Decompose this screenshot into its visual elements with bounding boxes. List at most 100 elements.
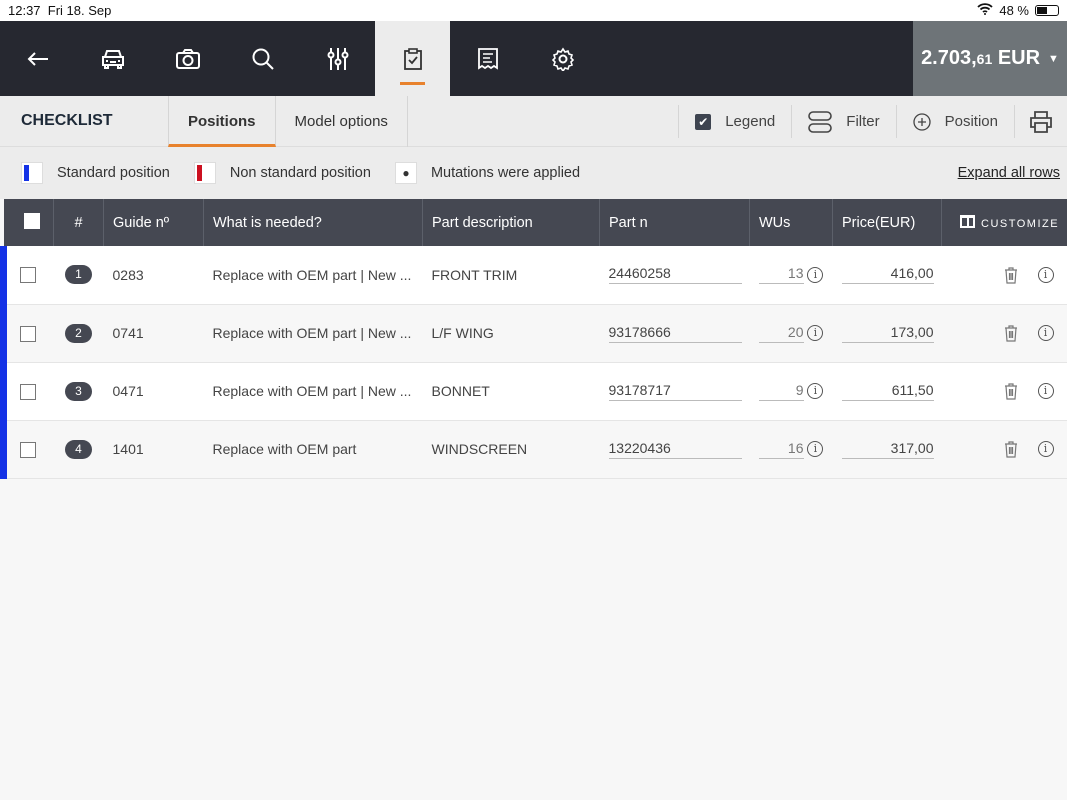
- standard-swatch: [21, 162, 43, 184]
- plus-circle-icon: [912, 112, 931, 131]
- price-input[interactable]: 611,50: [841, 382, 934, 401]
- info-icon[interactable]: i: [807, 266, 824, 283]
- what-needed: Replace with OEM part | New ...: [203, 362, 423, 421]
- row-info-icon[interactable]: i: [1037, 267, 1054, 284]
- trash-icon[interactable]: [1004, 324, 1018, 342]
- receipt-icon: [477, 47, 498, 70]
- page-title: CHECKLIST: [21, 112, 113, 129]
- row-info-icon[interactable]: i: [1037, 441, 1054, 458]
- header-what-needed: What is needed?: [203, 199, 423, 246]
- guide-number: 0471: [103, 362, 204, 421]
- filter-icon: [808, 110, 833, 133]
- adjustments-button[interactable]: [300, 21, 375, 96]
- columns-icon: [960, 215, 975, 228]
- wifi-icon: [977, 3, 993, 18]
- search-icon: [252, 48, 274, 70]
- table-row[interactable]: 2 0741 Replace with OEM part | New ... L…: [0, 304, 1067, 363]
- what-needed: Replace with OEM part: [203, 420, 423, 479]
- header-index: #: [53, 199, 104, 246]
- row-checkbox[interactable]: [20, 383, 36, 400]
- camera-button[interactable]: [150, 21, 225, 96]
- row-info-icon[interactable]: i: [1037, 325, 1054, 342]
- arrow-left-icon: [27, 51, 48, 66]
- search-button[interactable]: [225, 21, 300, 96]
- printer-icon: [1030, 110, 1052, 133]
- legend-bar: Standard position Non standard position …: [0, 147, 1067, 199]
- tab-model-options[interactable]: Model options: [276, 95, 408, 147]
- row-checkbox[interactable]: [20, 325, 36, 342]
- table-row[interactable]: 1 0283 Replace with OEM part | New ... F…: [0, 246, 1067, 305]
- wus-input[interactable]: 13: [758, 265, 804, 285]
- battery-percent: 48 %: [999, 3, 1029, 18]
- checklist-tab[interactable]: [375, 21, 450, 96]
- settings-button[interactable]: [525, 21, 600, 96]
- car-icon: [101, 49, 124, 69]
- back-button[interactable]: [0, 21, 75, 96]
- part-description: WINDSCREEN: [422, 420, 600, 479]
- header-part-description: Part description: [422, 199, 600, 246]
- vehicle-button[interactable]: [75, 21, 150, 96]
- row-number-badge: 3: [65, 381, 92, 401]
- wus-input[interactable]: 20: [758, 324, 804, 343]
- expand-all-rows-link[interactable]: Expand all rows: [958, 165, 1060, 181]
- wus-input[interactable]: 16: [758, 440, 804, 459]
- camera-icon: [175, 48, 200, 69]
- row-number-badge: 1: [65, 265, 92, 285]
- guide-number: 1401: [103, 420, 204, 479]
- price-currency: EUR: [997, 47, 1041, 69]
- part-number-input[interactable]: 24460258: [608, 265, 742, 285]
- header-part-number: Part n: [599, 199, 750, 246]
- print-button[interactable]: [1014, 105, 1067, 138]
- info-icon[interactable]: i: [807, 382, 824, 399]
- trash-icon[interactable]: [1004, 266, 1018, 284]
- total-price-dropdown[interactable]: 2.703, 61 EUR ▼: [913, 21, 1067, 96]
- tab-positions[interactable]: Positions: [168, 95, 276, 147]
- price-cents: 61: [976, 50, 993, 67]
- select-all-checkbox[interactable]: [23, 212, 40, 229]
- info-icon[interactable]: i: [807, 440, 824, 457]
- price-input[interactable]: 317,00: [841, 440, 934, 459]
- part-number-input[interactable]: 93178717: [608, 382, 742, 401]
- wus-input[interactable]: 9: [758, 382, 804, 401]
- part-number-input[interactable]: 93178666: [608, 324, 742, 343]
- status-bar: 12:37 Fri 18. Sep 48 %: [0, 0, 1067, 21]
- checkbox-checked-icon[interactable]: ✔: [695, 113, 712, 130]
- legend-standard: Standard position: [57, 165, 170, 181]
- clipboard-check-icon: [403, 47, 422, 70]
- position-label: Position: [944, 113, 998, 130]
- caret-down-icon: ▼: [1048, 52, 1059, 65]
- info-icon[interactable]: i: [807, 324, 824, 341]
- part-number-input[interactable]: 13220436: [608, 440, 742, 459]
- non-standard-swatch: [193, 162, 216, 184]
- positions-table: # Guide nº What is needed? Part descript…: [0, 199, 1067, 479]
- row-number-badge: 2: [65, 323, 92, 343]
- price-main: 2.703,: [921, 47, 977, 69]
- row-info-icon[interactable]: i: [1037, 383, 1054, 400]
- table-row[interactable]: 3 0471 Replace with OEM part | New ... B…: [0, 362, 1067, 421]
- legend-non-standard: Non standard position: [229, 165, 371, 181]
- row-checkbox[interactable]: [20, 441, 36, 458]
- toolbar: CHECKLIST Positions Model options ✔ Legen…: [0, 95, 1067, 147]
- guide-number: 0741: [103, 304, 204, 363]
- battery-icon: [1035, 5, 1059, 16]
- guide-number: 0283: [103, 246, 204, 305]
- part-description: L/F WING: [422, 304, 600, 363]
- row-checkbox[interactable]: [20, 267, 36, 284]
- top-nav: 2.703, 61 EUR ▼: [0, 21, 1067, 96]
- price-input[interactable]: 416,00: [841, 265, 934, 285]
- legend-mutations: Mutations were applied: [430, 165, 581, 181]
- trash-icon[interactable]: [1004, 382, 1018, 400]
- dot-icon: ●: [394, 162, 417, 184]
- add-position-button[interactable]: Position: [895, 105, 1014, 138]
- price-input[interactable]: 173,00: [841, 324, 934, 343]
- gear-icon: [551, 47, 574, 71]
- what-needed: Replace with OEM part | New ...: [203, 246, 423, 305]
- sliders-icon: [327, 47, 348, 70]
- trash-icon[interactable]: [1004, 440, 1018, 458]
- receipt-button[interactable]: [450, 21, 525, 96]
- table-row[interactable]: 4 1401 Replace with OEM part WINDSCREEN …: [0, 420, 1067, 479]
- filter-button[interactable]: Filter: [791, 105, 895, 138]
- customize-button[interactable]: CUSTOMIZE: [941, 199, 1067, 246]
- legend-toggle[interactable]: ✔ Legend: [678, 105, 791, 138]
- part-description: FRONT TRIM: [422, 246, 600, 305]
